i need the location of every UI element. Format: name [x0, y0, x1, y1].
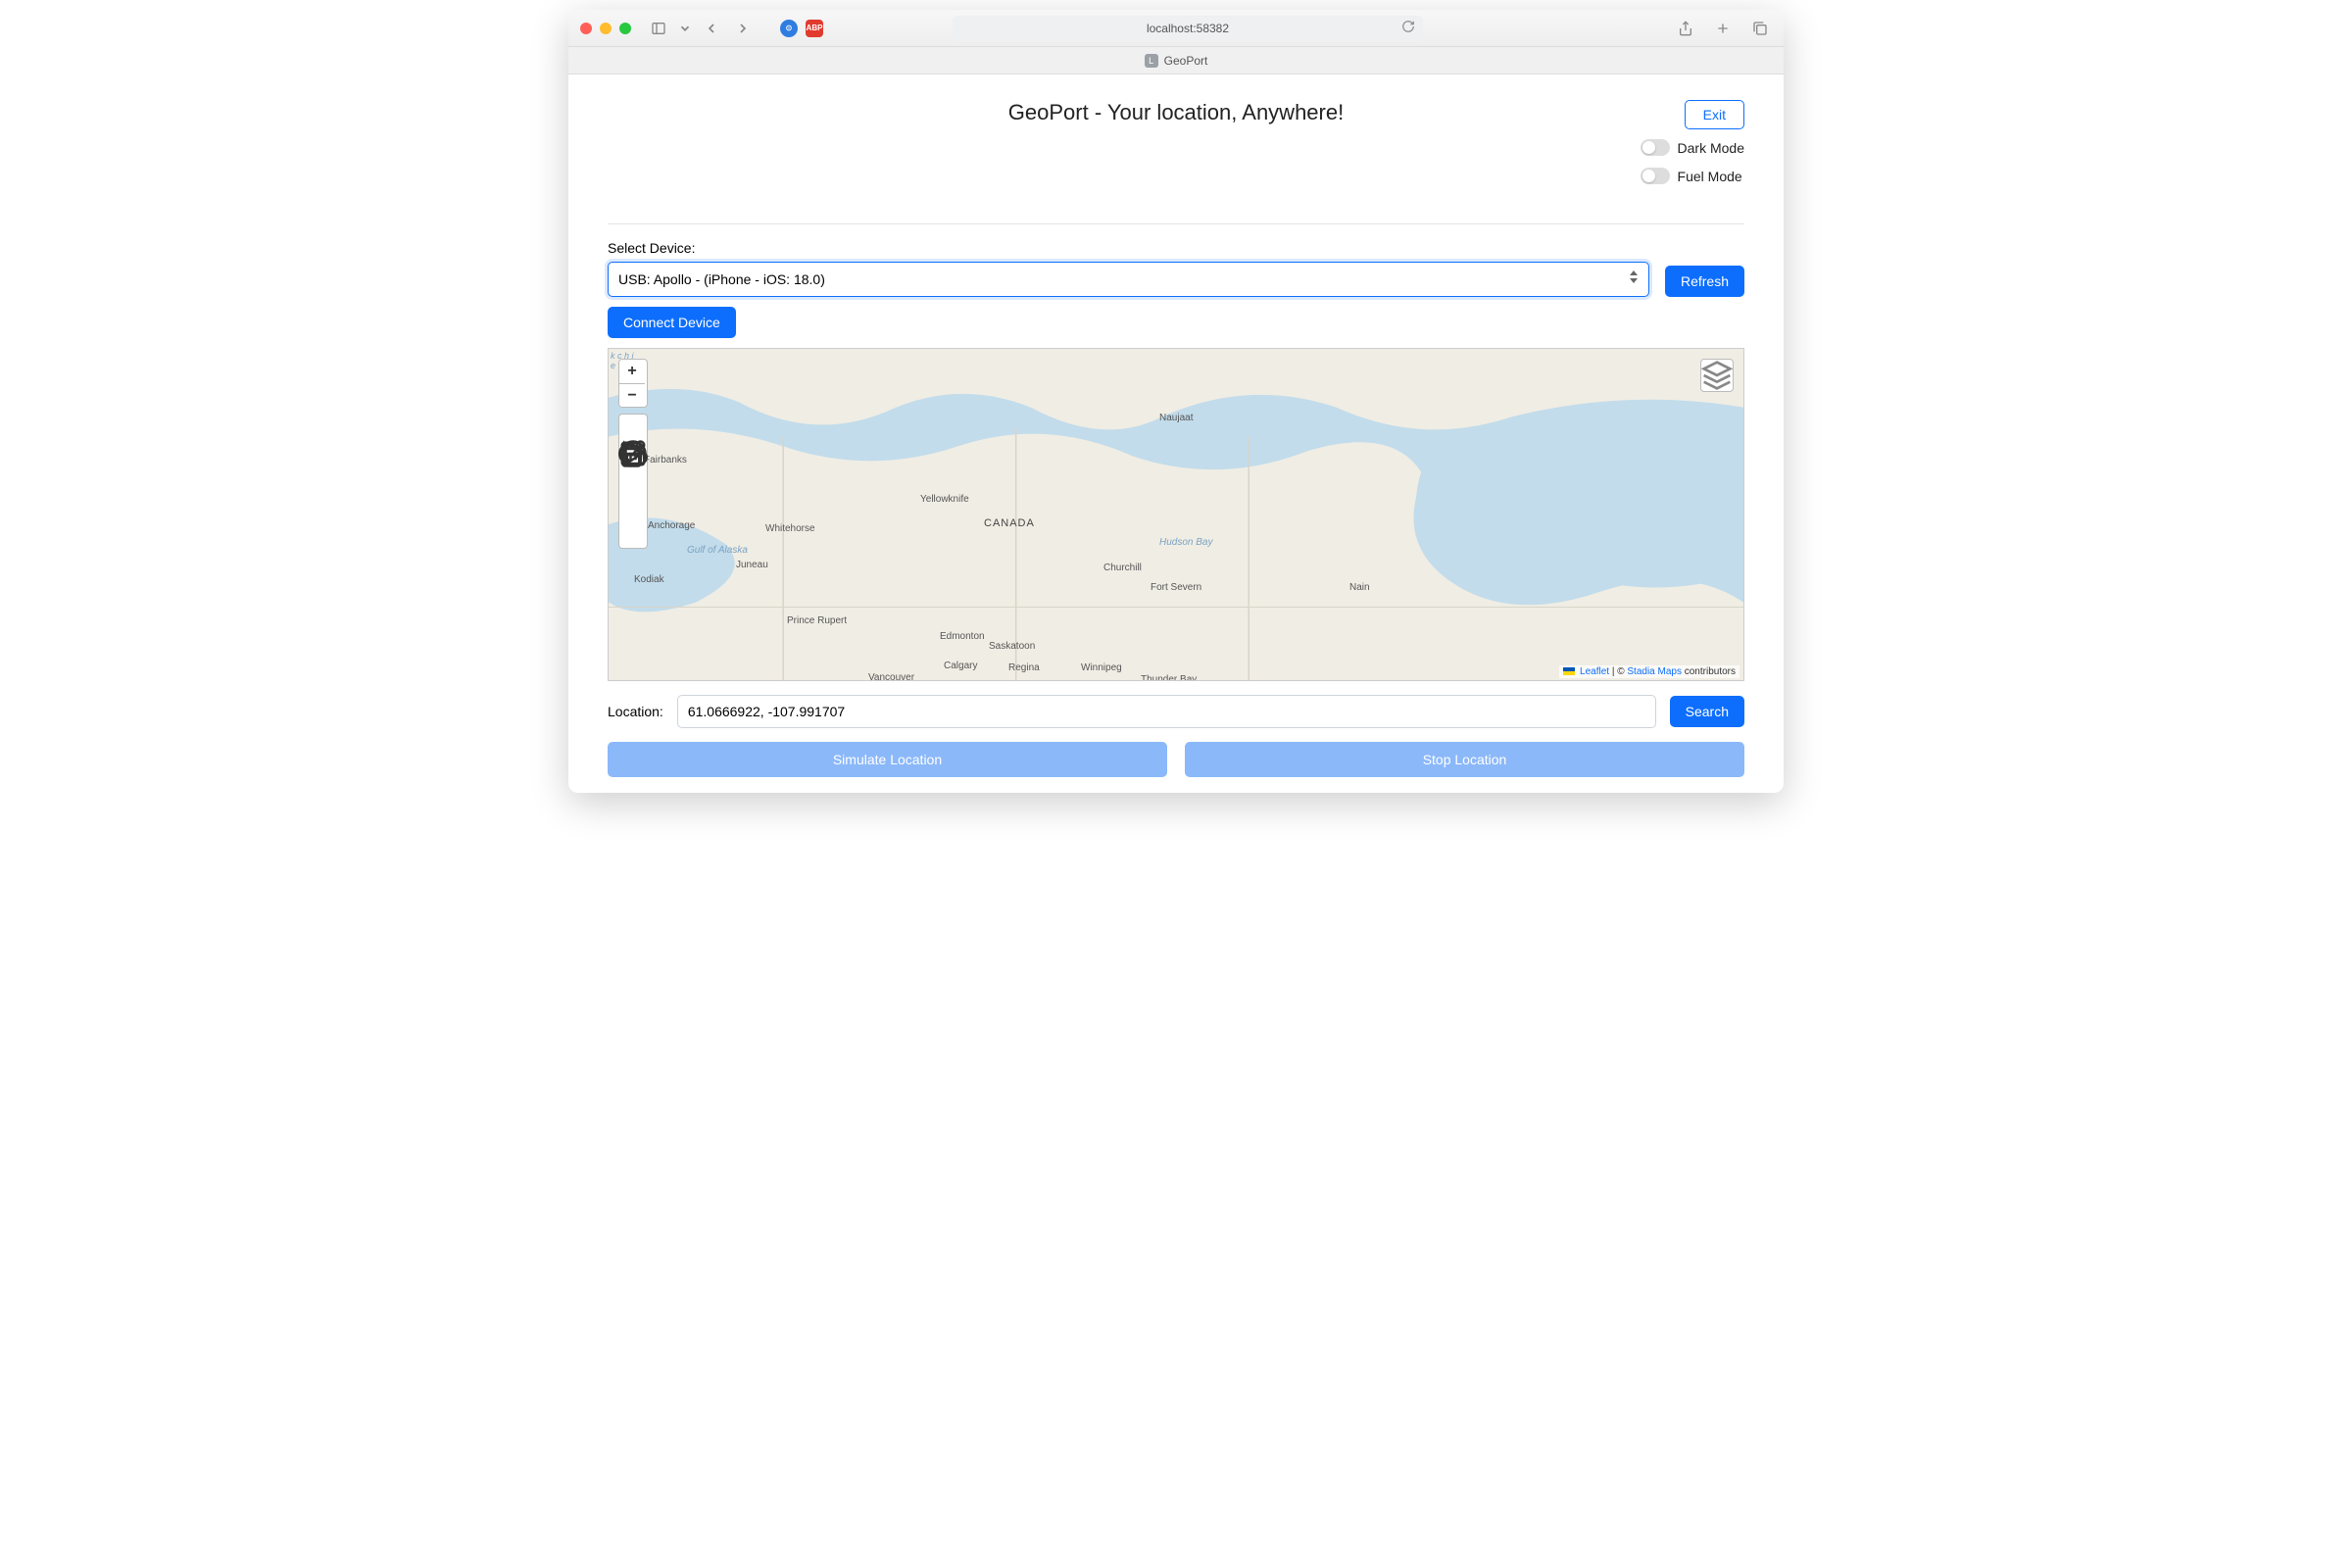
- extension-icon-2[interactable]: ABP: [806, 20, 823, 37]
- map-label-vancouver: Vancouver: [868, 672, 914, 681]
- browser-window: ⊙ ABP localhost:58382 L GeoPort GeoPort …: [568, 10, 1784, 793]
- traffic-lights: [580, 23, 631, 34]
- map-label-nain: Nain: [1349, 582, 1370, 593]
- ukraine-flag-icon: [1563, 667, 1575, 675]
- separator: [608, 223, 1744, 224]
- mode-toggles: Dark Mode Fuel Mode: [1641, 139, 1744, 184]
- map[interactable]: k c h i e Fairbanks Anchorage Juneau Kod…: [608, 348, 1744, 681]
- select-device-label: Select Device:: [608, 240, 1744, 256]
- tab-bar: L GeoPort: [568, 47, 1784, 74]
- forward-button[interactable]: [731, 17, 755, 40]
- page-content: GeoPort - Your location, Anywhere! Exit …: [568, 74, 1784, 793]
- sidebar-toggle-icon[interactable]: [647, 17, 670, 40]
- url-text: localhost:58382: [1147, 22, 1229, 35]
- map-label-whitehorse: Whitehorse: [765, 523, 815, 534]
- action-row: Simulate Location Stop Location: [608, 742, 1744, 777]
- titlebar: ⊙ ABP localhost:58382: [568, 10, 1784, 47]
- layers-button[interactable]: [1700, 359, 1734, 392]
- location-row: Location: Search: [608, 695, 1744, 728]
- fuel-mode-label: Fuel Mode: [1678, 169, 1742, 184]
- minimize-window-button[interactable]: [600, 23, 612, 34]
- map-label-winnipeg: Winnipeg: [1081, 662, 1122, 673]
- map-label-regina: Regina: [1008, 662, 1040, 673]
- map-label-e: e: [611, 361, 615, 370]
- location-label: Location:: [608, 704, 663, 719]
- device-row: USB: Apollo - (iPhone - iOS: 18.0) Refre…: [608, 262, 1744, 297]
- location-input[interactable]: [677, 695, 1656, 728]
- dropdown-chevron-icon[interactable]: [678, 17, 692, 40]
- search-button[interactable]: Search: [1670, 696, 1744, 727]
- trash-icon[interactable]: [622, 525, 644, 545]
- map-tiles: [609, 349, 1743, 680]
- page-title: GeoPort - Your location, Anywhere!: [1008, 100, 1344, 125]
- map-label-prince-rupert: Prince Rupert: [787, 615, 847, 626]
- fuel-mode-toggle[interactable]: [1641, 168, 1670, 184]
- dark-mode-row: Dark Mode: [1641, 139, 1744, 156]
- map-label-edmonton: Edmonton: [940, 631, 985, 642]
- map-label-fort-severn: Fort Severn: [1151, 582, 1201, 593]
- simulate-location-button[interactable]: Simulate Location: [608, 742, 1167, 777]
- fullscreen-window-button[interactable]: [619, 23, 631, 34]
- device-select[interactable]: USB: Apollo - (iPhone - iOS: 18.0): [608, 262, 1649, 297]
- map-label-juneau: Juneau: [736, 560, 768, 570]
- stop-location-button[interactable]: Stop Location: [1185, 742, 1744, 777]
- reload-icon[interactable]: [1401, 20, 1415, 36]
- map-label-churchill: Churchill: [1103, 563, 1142, 573]
- map-label-anchorage: Anchorage: [648, 520, 695, 531]
- dark-mode-label: Dark Mode: [1678, 140, 1744, 156]
- leaflet-link[interactable]: Leaflet: [1580, 666, 1609, 677]
- map-label-thunder-bay: Thunder Bay: [1141, 674, 1197, 681]
- connect-device-button[interactable]: Connect Device: [608, 307, 736, 338]
- close-window-button[interactable]: [580, 23, 592, 34]
- extension-icon-1[interactable]: ⊙: [780, 20, 798, 37]
- map-label-canada: CANADA: [984, 517, 1035, 529]
- tabs-overview-icon[interactable]: [1748, 17, 1772, 40]
- page-header: GeoPort - Your location, Anywhere! Exit: [608, 100, 1744, 125]
- fuel-mode-row: Fuel Mode: [1641, 168, 1744, 184]
- map-controls: + −: [618, 359, 648, 549]
- map-label-saskatoon: Saskatoon: [989, 641, 1035, 652]
- map-label-fairbanks: Fairbanks: [644, 455, 687, 466]
- new-tab-icon[interactable]: [1711, 17, 1735, 40]
- map-label-hudson: Hudson Bay: [1159, 537, 1212, 548]
- map-label-yellowknife: Yellowknife: [920, 494, 969, 505]
- share-icon[interactable]: [1674, 17, 1697, 40]
- tab-title[interactable]: GeoPort: [1164, 54, 1208, 68]
- map-label-kodiak: Kodiak: [634, 574, 664, 585]
- tab-favicon: L: [1145, 54, 1158, 68]
- map-attribution: Leaflet | © Stadia Maps contributors: [1559, 665, 1740, 678]
- map-label-calgary: Calgary: [944, 661, 977, 671]
- url-bar[interactable]: localhost:58382: [953, 16, 1423, 41]
- exit-button[interactable]: Exit: [1685, 100, 1744, 129]
- map-label-gulf-alaska: Gulf of Alaska: [687, 545, 748, 556]
- map-label-naujaat: Naujaat: [1159, 413, 1193, 423]
- map-tools: [618, 414, 648, 549]
- back-button[interactable]: [700, 17, 723, 40]
- dark-mode-toggle[interactable]: [1641, 139, 1670, 156]
- device-select-wrap: USB: Apollo - (iPhone - iOS: 18.0): [608, 262, 1649, 297]
- refresh-button[interactable]: Refresh: [1665, 266, 1744, 297]
- stadia-link[interactable]: Stadia Maps: [1627, 666, 1682, 677]
